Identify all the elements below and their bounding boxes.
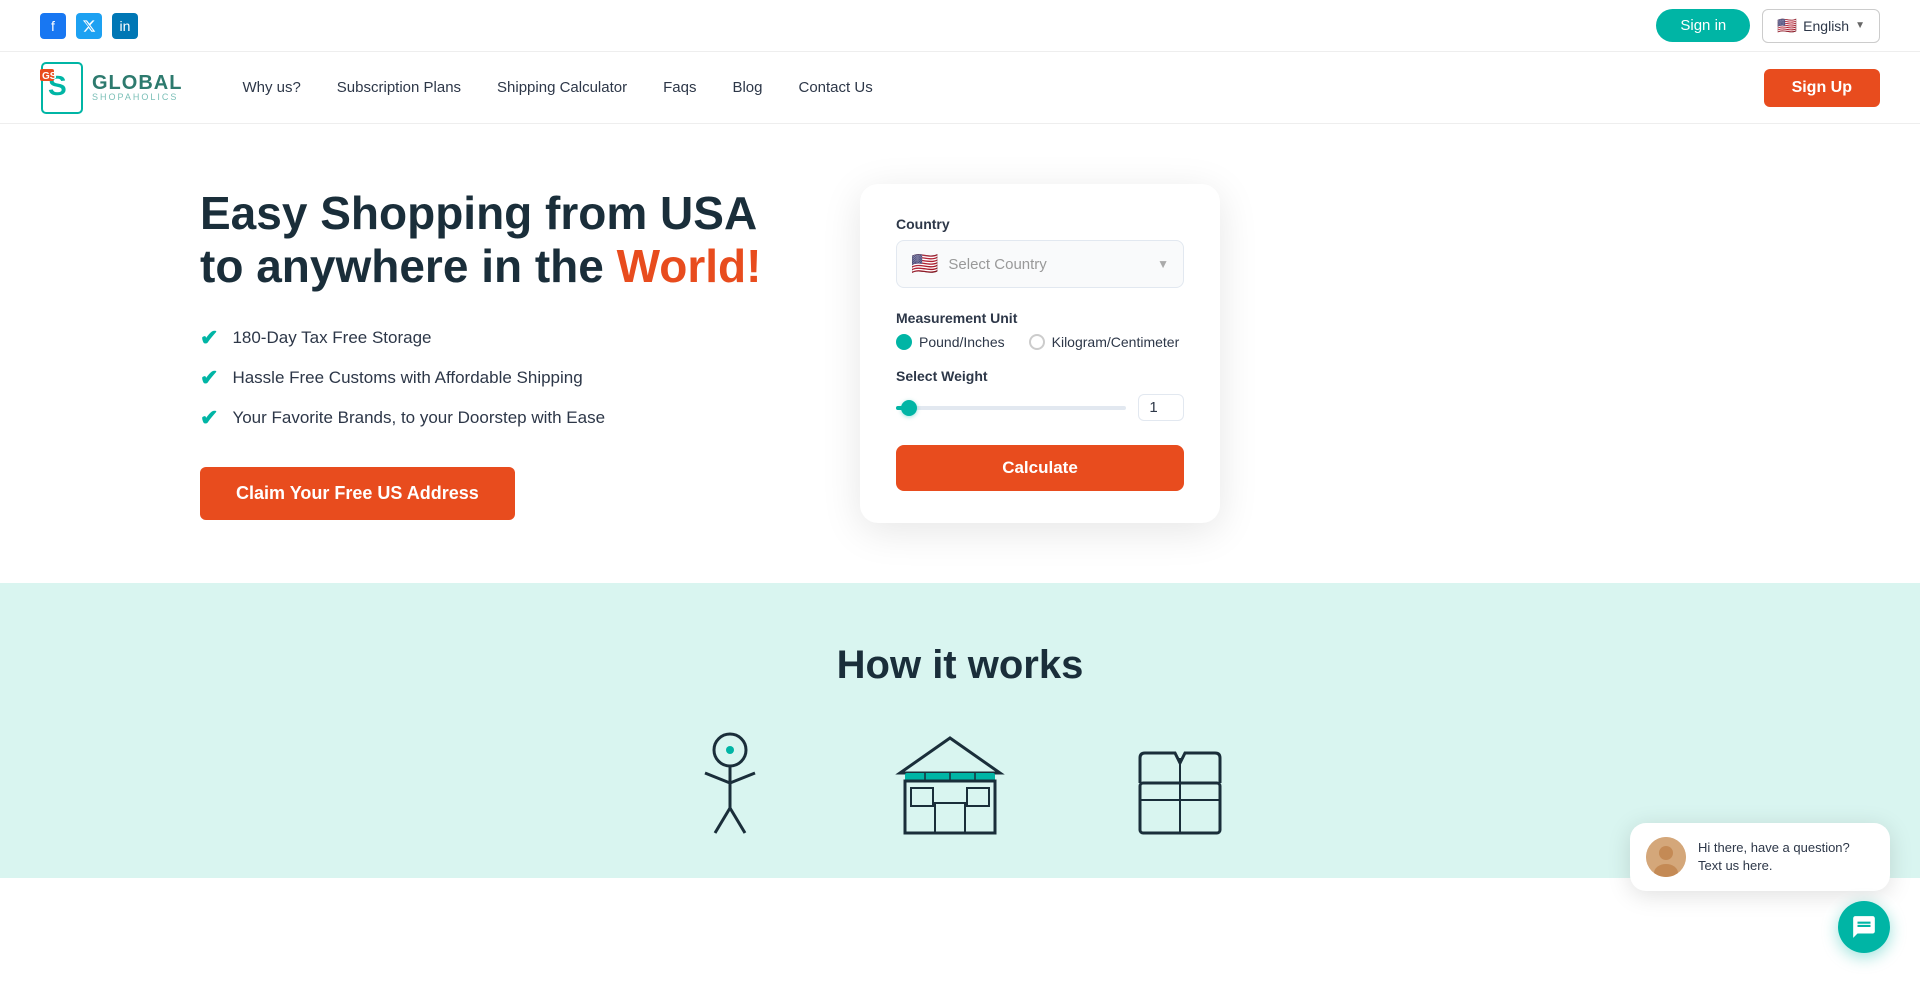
kg-option[interactable]: Kilogram/Centimeter xyxy=(1029,334,1180,350)
store-svg xyxy=(895,728,1005,838)
how-icon-store xyxy=(895,728,1005,838)
country-placeholder: Select Country xyxy=(948,256,1147,273)
chat-avatar xyxy=(1646,837,1686,877)
linkedin-icon[interactable]: in xyxy=(112,13,138,39)
chat-widget: Hi there, have a question? Text us here. xyxy=(1630,823,1890,953)
hero-title: Easy Shopping from USA to anywhere in th… xyxy=(200,187,780,293)
logo-global: GLOBAL xyxy=(92,73,182,93)
weight-slider-thumb[interactable] xyxy=(901,400,917,416)
country-label: Country xyxy=(896,216,1184,232)
hero-title-highlight: World! xyxy=(617,240,762,292)
pounds-radio-active xyxy=(896,334,912,350)
nav-faqs[interactable]: Faqs xyxy=(663,79,696,96)
check-icon-1: ✔ xyxy=(200,325,218,351)
country-select[interactable]: 🇺🇸 Select Country ▼ xyxy=(896,240,1184,288)
weight-slider-wrap xyxy=(896,394,1184,421)
kg-label: Kilogram/Centimeter xyxy=(1052,334,1180,350)
top-bar: f in Sign in 🇺🇸 English ▼ xyxy=(0,0,1920,52)
nav-shipping-calculator[interactable]: Shipping Calculator xyxy=(497,79,627,96)
nav-subscription-plans[interactable]: Subscription Plans xyxy=(337,79,461,96)
twitter-icon[interactable] xyxy=(76,13,102,39)
how-icon-person xyxy=(685,728,775,838)
pounds-option[interactable]: Pound/Inches xyxy=(896,334,1005,350)
chevron-down-icon: ▼ xyxy=(1855,20,1865,31)
hero-content: Easy Shopping from USA to anywhere in th… xyxy=(200,187,780,520)
svg-text:GS: GS xyxy=(42,71,57,82)
chat-message-text: Hi there, have a question? Text us here. xyxy=(1698,839,1874,875)
box-svg xyxy=(1125,728,1235,838)
measurement-label: Measurement Unit xyxy=(896,310,1184,326)
hero-title-line2: to anywhere in the xyxy=(200,240,604,292)
weight-slider-track[interactable] xyxy=(896,406,1126,410)
calculate-button[interactable]: Calculate xyxy=(896,445,1184,491)
chat-icon xyxy=(1851,914,1877,940)
chat-bubble: Hi there, have a question? Text us here. xyxy=(1630,823,1890,891)
check-icon-2: ✔ xyxy=(200,365,218,391)
us-flag-icon: 🇺🇸 xyxy=(911,251,938,277)
nav-contact-us[interactable]: Contact Us xyxy=(799,79,873,96)
nav-links: Why us? Subscription Plans Shipping Calc… xyxy=(242,79,1763,96)
logo-icon: S GS xyxy=(40,61,84,115)
signup-button[interactable]: Sign Up xyxy=(1764,69,1880,107)
weight-input[interactable] xyxy=(1138,394,1184,421)
logo-sub: SHOPAHOLICS xyxy=(92,93,182,102)
select-arrow-icon: ▼ xyxy=(1157,257,1169,271)
person-svg xyxy=(685,728,775,838)
nav-why-us[interactable]: Why us? xyxy=(242,79,300,96)
top-right-controls: Sign in 🇺🇸 English ▼ xyxy=(1656,9,1880,43)
hero-features: ✔ 180-Day Tax Free Storage ✔ Hassle Free… xyxy=(200,325,780,431)
weight-label: Select Weight xyxy=(896,368,1184,384)
how-icon-box xyxy=(1125,728,1235,838)
feature-2: ✔ Hassle Free Customs with Affordable Sh… xyxy=(200,365,780,391)
weight-section: Select Weight xyxy=(896,368,1184,421)
logo[interactable]: S GS GLOBAL SHOPAHOLICS xyxy=(40,61,182,115)
measurement-options: Pound/Inches Kilogram/Centimeter xyxy=(896,334,1184,350)
feature-1: ✔ 180-Day Tax Free Storage xyxy=(200,325,780,351)
logo-text: GLOBAL SHOPAHOLICS xyxy=(92,73,182,102)
signin-button[interactable]: Sign in xyxy=(1656,9,1750,42)
kg-radio-inactive xyxy=(1029,334,1045,350)
feature-3-text: Your Favorite Brands, to your Doorstep w… xyxy=(232,408,605,428)
check-icon-3: ✔ xyxy=(200,405,218,431)
main-nav: S GS GLOBAL SHOPAHOLICS Why us? Subscrip… xyxy=(0,52,1920,124)
facebook-icon[interactable]: f xyxy=(40,13,66,39)
measurement-unit-section: Measurement Unit Pound/Inches Kilogram/C… xyxy=(896,310,1184,350)
claim-address-button[interactable]: Claim Your Free US Address xyxy=(200,467,515,520)
shipping-calculator-card: Country 🇺🇸 Select Country ▼ Measurement … xyxy=(860,184,1220,523)
how-title: How it works xyxy=(40,643,1880,688)
pounds-label: Pound/Inches xyxy=(919,334,1005,350)
hero-section: Easy Shopping from USA to anywhere in th… xyxy=(0,124,1920,583)
language-selector[interactable]: 🇺🇸 English ▼ xyxy=(1762,9,1880,43)
flag-icon: 🇺🇸 xyxy=(1777,16,1797,36)
how-icons-row xyxy=(40,728,1880,838)
language-label: English xyxy=(1803,18,1849,34)
feature-1-text: 180-Day Tax Free Storage xyxy=(232,328,431,348)
feature-3: ✔ Your Favorite Brands, to your Doorstep… xyxy=(200,405,780,431)
hero-title-line1: Easy Shopping from USA xyxy=(200,187,757,239)
nav-blog[interactable]: Blog xyxy=(732,79,762,96)
feature-2-text: Hassle Free Customs with Affordable Ship… xyxy=(232,368,582,388)
social-icons: f in xyxy=(40,13,138,39)
chat-open-button[interactable] xyxy=(1838,901,1890,953)
